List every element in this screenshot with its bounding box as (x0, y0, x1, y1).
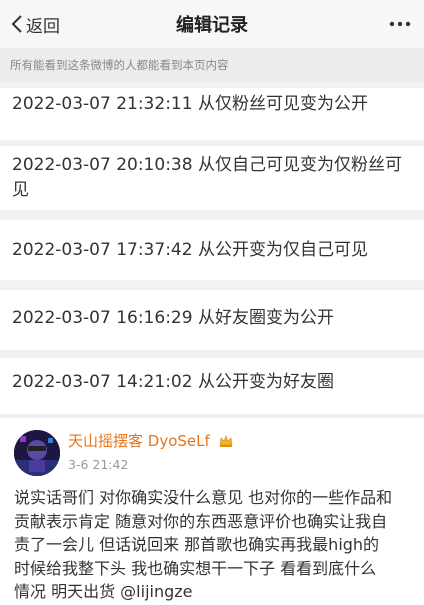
edit-record[interactable]: 2022-03-07 21:32:11 从仅粉丝可见变为公开 (0, 88, 424, 140)
edit-record-text: 2022-03-07 20:10:38 从仅自己可见变为仅粉丝可 (12, 155, 402, 175)
username-text: 天山摇摆客 DyoSeLf (68, 432, 210, 450)
edit-record-text: 2022-03-07 16:16:29 从好友圈变为公开 (12, 308, 334, 328)
edit-record-text-continued: 见 (12, 180, 29, 200)
post-text-line: 贡献表示肯定 随意对你的东西恶意评价也确实让我自 (14, 511, 388, 531)
page-title: 编辑记录 (176, 15, 248, 36)
avatar-image (14, 430, 60, 476)
user-avatar[interactable] (14, 430, 60, 476)
edit-record[interactable]: 2022-03-07 16:16:29 从好友圈变为公开 (0, 290, 424, 350)
more-button[interactable] (388, 12, 412, 36)
post-username[interactable]: 天山摇摆客 DyoSeLf (68, 430, 233, 451)
visibility-notice: 所有能看到这条微博的人都能看到本页内容 (0, 48, 424, 82)
nav-bar: 返回 编辑记录 (0, 0, 424, 48)
post-content: 说实话哥们 对你确实没什么意见 也对你的一些作品和 贡献表示肯定 随意对你的东西… (14, 486, 414, 604)
post-card: 天山摇摆客 DyoSeLf 3-6 21:42 说实话哥们 对你确实没什么意见 … (0, 418, 424, 605)
post-time: 3-6 21:42 (68, 457, 129, 472)
edit-record-text: 2022-03-07 21:32:11 从仅粉丝可见变为公开 (12, 94, 368, 114)
edit-record[interactable]: 2022-03-07 14:21:02 从公开变为好友圈 (0, 358, 424, 414)
edit-record-text: 2022-03-07 17:37:42 从公开变为仅自己可见 (12, 240, 368, 260)
post-text-line: 情况 明天出货 @lijingze (14, 582, 193, 601)
edit-record[interactable]: 2022-03-07 17:37:42 从公开变为仅自己可见 (0, 220, 424, 280)
post-text-line: 责了一会儿 但话说回来 那首歌也确实再我最high的 (14, 535, 380, 554)
edit-record[interactable]: 2022-03-07 20:10:38 从仅自己可见变为仅粉丝可 见 (0, 146, 424, 210)
post-text-line: 说实话哥们 对你确实没什么意见 也对你的一些作品和 (14, 488, 393, 507)
edit-record-text: 2022-03-07 14:21:02 从公开变为好友圈 (12, 372, 334, 392)
more-icon (389, 21, 411, 27)
post-text-line: 时候给我整下头 我也确实想干一下子 看看到底什么 (14, 558, 377, 578)
vip-crown-icon (219, 435, 232, 447)
